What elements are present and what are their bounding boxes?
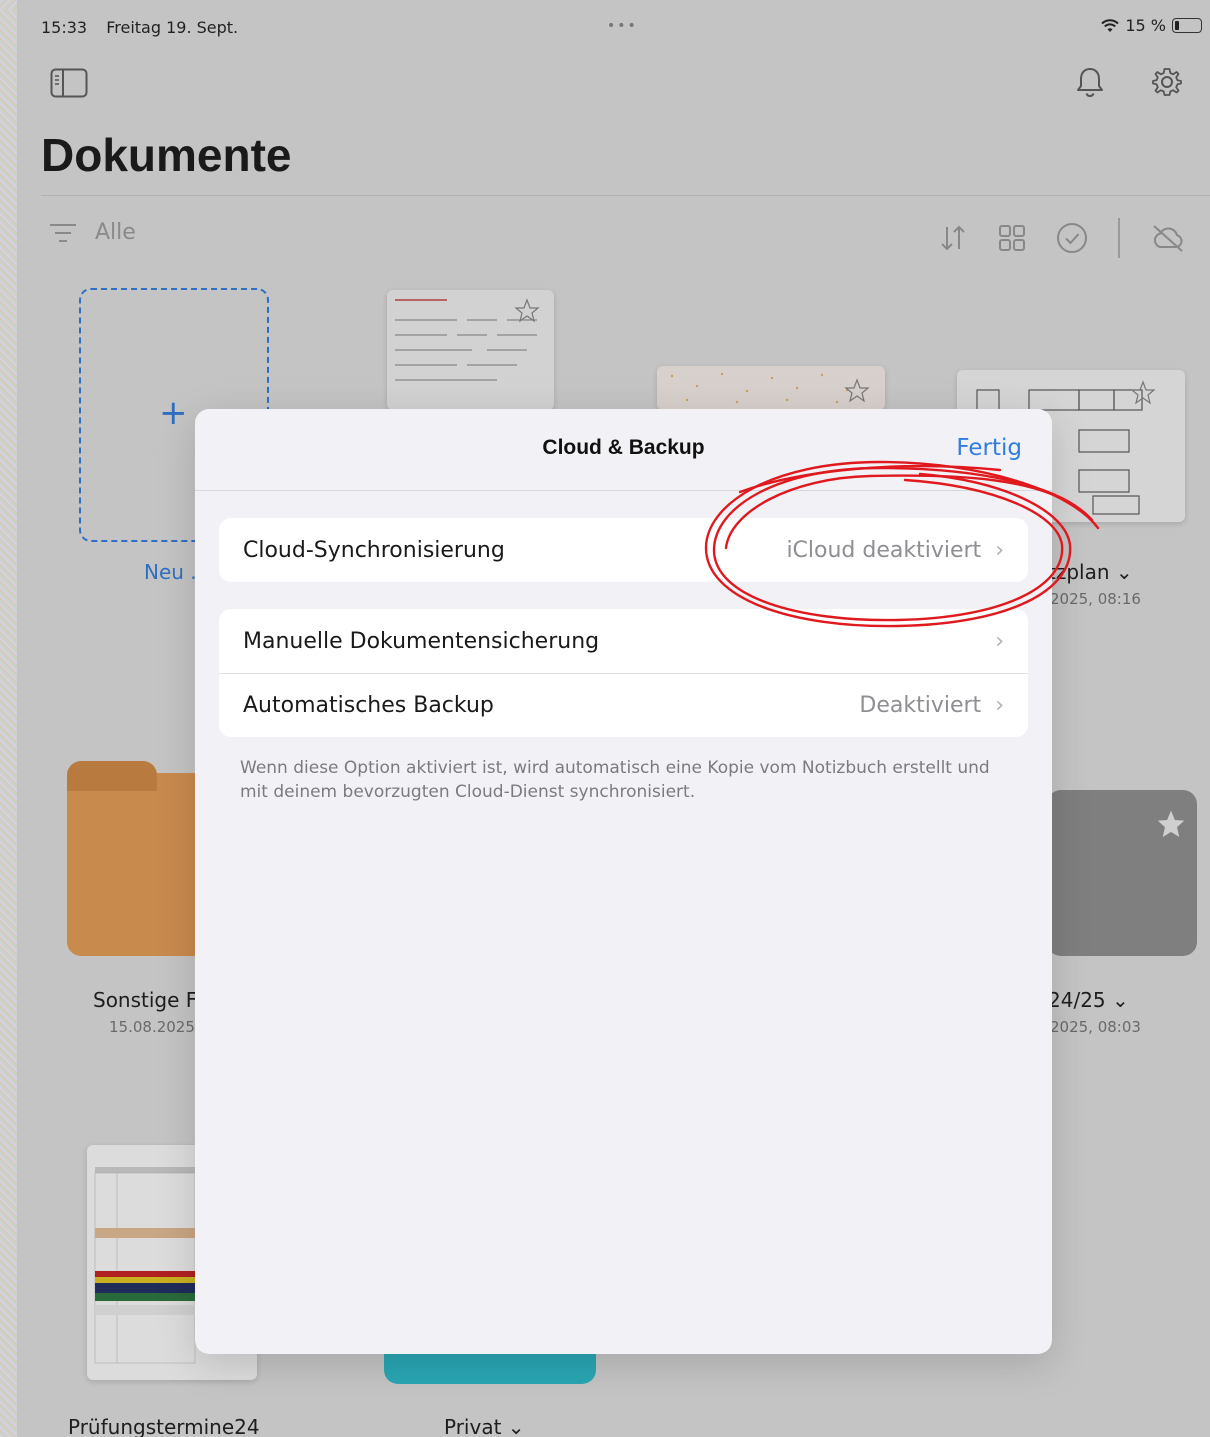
- folder-tab: [67, 761, 157, 791]
- chevron-right-icon: ›: [995, 628, 1004, 654]
- modal-title: Cloud & Backup: [542, 436, 705, 459]
- cloud-sync-group: Cloud-Synchronisierung iCloud deaktivier…: [219, 518, 1028, 582]
- grid-view-icon[interactable]: [998, 224, 1026, 252]
- chevron-right-icon: ›: [995, 537, 1004, 563]
- filter-button[interactable]: Alle: [49, 220, 136, 245]
- toolbar-separator: [1118, 218, 1120, 258]
- cloud-sync-row[interactable]: Cloud-Synchronisierung iCloud deaktivier…: [219, 518, 1028, 582]
- notifications-button[interactable]: [1072, 64, 1108, 100]
- status-bar: 15:33 Freitag 19. Sept.: [41, 18, 238, 37]
- document-thumbnail[interactable]: [387, 290, 554, 410]
- item-date: 15.08.2025,: [109, 1018, 200, 1036]
- status-right: 15 %: [1101, 16, 1202, 35]
- row-label: Manuelle Dokumentensicherung: [243, 628, 600, 654]
- star-icon[interactable]: [1157, 810, 1185, 838]
- row-value: Deaktiviert: [859, 693, 982, 718]
- sidebar-toggle-button[interactable]: [50, 68, 88, 98]
- page-title: Dokumente: [41, 129, 292, 181]
- settings-button[interactable]: [1149, 64, 1185, 100]
- wifi-icon: [1101, 18, 1120, 32]
- folder-teal[interactable]: [384, 1350, 596, 1384]
- cloud-off-icon[interactable]: [1150, 223, 1186, 253]
- done-button[interactable]: Fertig: [956, 435, 1022, 461]
- item-label: Sonstige F: [93, 988, 198, 1012]
- battery-percent: 15 %: [1125, 16, 1166, 35]
- item-date: 2025, 08:03: [1050, 1018, 1141, 1036]
- auto-backup-row[interactable]: Automatisches Backup Deaktiviert ›: [219, 673, 1028, 737]
- folder-gray[interactable]: [1047, 790, 1197, 956]
- item-label: 24/25 ⌄: [1048, 988, 1129, 1012]
- modal-header: Cloud & Backup Fertig: [195, 409, 1052, 491]
- backup-group: Manuelle Dokumentensicherung › Automatis…: [219, 609, 1028, 737]
- dotted-pattern: [670, 372, 870, 404]
- background-border: [0, 0, 17, 1437]
- cloud-backup-modal: Cloud & Backup Fertig Cloud-Synchronisie…: [195, 409, 1052, 1354]
- multitasking-dots[interactable]: •••: [607, 18, 638, 34]
- filter-label: Alle: [95, 220, 136, 245]
- battery-icon: [1172, 18, 1202, 33]
- manual-backup-row[interactable]: Manuelle Dokumentensicherung ›: [219, 609, 1028, 673]
- status-time: 15:33: [41, 18, 88, 37]
- row-label: Automatisches Backup: [243, 693, 494, 718]
- sort-icon[interactable]: [938, 223, 968, 253]
- status-date: Freitag 19. Sept.: [106, 18, 239, 37]
- header-divider: [41, 195, 1210, 196]
- select-check-icon[interactable]: [1056, 222, 1088, 254]
- document-thumbnail[interactable]: [657, 366, 885, 410]
- item-date: 2025, 08:16: [1050, 590, 1141, 608]
- backup-footnote: Wenn diese Option aktiviert ist, wird au…: [240, 758, 990, 802]
- handwriting-preview: [395, 298, 540, 381]
- filter-icon: [50, 223, 76, 242]
- sidebar-icon: [50, 68, 88, 98]
- plus-icon: +: [159, 393, 188, 433]
- item-label: tzplan ⌄: [1048, 560, 1133, 584]
- row-label: Cloud-Synchronisierung: [243, 537, 505, 563]
- chevron-right-icon: ›: [995, 693, 1004, 718]
- item-label: Prüfungstermine24: [68, 1415, 260, 1437]
- gear-icon: [1152, 68, 1182, 96]
- new-document-label: Neu .: [144, 560, 197, 584]
- bell-icon: [1077, 68, 1103, 97]
- toolbar: [938, 218, 1186, 258]
- item-label: Privat ⌄: [444, 1415, 525, 1437]
- row-value: iCloud deaktiviert: [786, 537, 982, 563]
